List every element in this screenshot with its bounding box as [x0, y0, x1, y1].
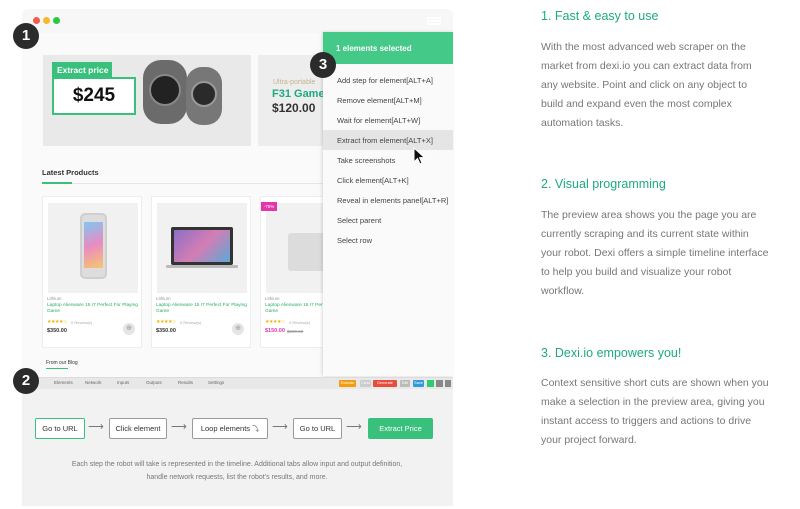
menu-item-select-row[interactable]: Select row	[323, 230, 453, 250]
step-icon[interactable]	[436, 380, 443, 387]
context-menu: 1 elements selected Add step for element…	[323, 32, 453, 376]
menu-item-reveal-in-elements-panel[interactable]: Reveal in elements panel[ALT+R]	[323, 190, 453, 210]
watch-image-2	[186, 67, 222, 125]
step-extract-price[interactable]: Extract Price	[368, 418, 433, 439]
watch-image	[143, 60, 187, 124]
clear-button[interactable]: Clear	[360, 380, 371, 387]
step-go-to-url[interactable]: Go to URL	[35, 418, 85, 439]
generate-button[interactable]: Generate	[373, 380, 397, 387]
old-price: $300.00	[287, 329, 304, 334]
save-button[interactable]: Save	[413, 380, 424, 387]
marker-1: 1	[13, 23, 39, 49]
product-price: $350.00	[47, 328, 67, 334]
tab-elements[interactable]: Elements	[54, 380, 73, 385]
menu-item-extract-from-element[interactable]: Extract from element[ALT+X]	[323, 130, 453, 150]
minimize-window-dot[interactable]	[43, 17, 50, 24]
close-window-dot[interactable]	[33, 17, 40, 24]
product-name-link[interactable]: Laptop Alienware 15 I7 Perfect For Playi…	[47, 303, 139, 315]
product-price: $350.00	[156, 328, 176, 334]
menu-item-remove-element[interactable]: Remove element[ALT+M]	[323, 90, 453, 110]
menu-item-take-screenshots[interactable]: Take screenshots	[323, 150, 453, 170]
timeline-panel	[22, 389, 453, 506]
tab-inputs[interactable]: Inputs	[117, 380, 129, 385]
loop-icon: ⤵	[252, 426, 260, 433]
arrow-right-icon: ⟶	[88, 421, 104, 433]
review-count: 0 Review(s)	[180, 320, 202, 325]
tab-results[interactable]: Results	[178, 380, 193, 385]
timeline-caption: Each step the robot will take is represe…	[71, 461, 403, 481]
menu-item-add-step[interactable]: Add step for element[ALT+A]	[323, 70, 453, 90]
product-brand: Lithium	[47, 296, 62, 301]
mouse-cursor-icon	[413, 147, 426, 165]
timeline-toolbar: Elements Network Inputs Outputs Results …	[22, 377, 453, 389]
arrow-right-icon: ⟶	[272, 421, 288, 433]
product-brand: Lithium	[265, 296, 280, 301]
extracted-price-box[interactable]: $245	[52, 77, 136, 115]
rating-stars: ★★★★☆	[156, 319, 176, 325]
browser-titlebar	[22, 9, 453, 33]
promo-subtitle: Ultra-portable	[273, 79, 316, 86]
add-to-cart-icon[interactable]: ⊕	[123, 323, 135, 335]
promo-title: F31 Game	[272, 88, 325, 100]
marker-3: 3	[310, 52, 336, 78]
feature-2-title: 2. Visual programming	[541, 177, 666, 191]
step-go-to-url-2[interactable]: Go to URL	[293, 418, 342, 439]
product-card[interactable]: Lithium Laptop Alienware 15 I7 Perfect F…	[151, 196, 251, 348]
context-menu-header: 1 elements selected	[323, 32, 453, 64]
blog-heading: From our Blog	[46, 360, 78, 366]
arrow-right-icon: ⟶	[346, 421, 362, 433]
add-to-cart-icon[interactable]: ⊕	[232, 323, 244, 335]
feature-1-text: With the most advanced web scraper on th…	[541, 41, 752, 129]
stop-icon[interactable]	[445, 380, 451, 387]
edit-button[interactable]: Edit	[400, 380, 410, 387]
menu-item-click-element[interactable]: Click element[ALT+K]	[323, 170, 453, 190]
step-click-element[interactable]: Click element	[109, 418, 167, 439]
review-count: 0 Review(s)	[71, 320, 93, 325]
blog-underline	[46, 368, 68, 369]
latest-products-heading: Latest Products	[42, 168, 99, 177]
review-count: 0 Review(s)	[289, 320, 311, 325]
product-image[interactable]	[48, 203, 138, 293]
page-root: { "colors": {"accent": "#39c07c", "headi…	[0, 0, 800, 509]
discount-badge: -75%	[261, 202, 277, 211]
extract-price-tag: Extract price	[52, 62, 112, 77]
marker-2: 2	[13, 368, 39, 394]
product-brand: Lithium	[156, 296, 171, 301]
heading-underline	[42, 182, 72, 184]
execute-button[interactable]: Execute	[339, 380, 356, 387]
arrow-right-icon: ⟶	[171, 421, 187, 433]
product-price: $150.00	[265, 328, 285, 334]
menu-item-wait-for-element[interactable]: Wait for element[ALT+W]	[323, 110, 453, 130]
feature-3-text: Context sensitive short cuts are shown w…	[541, 377, 769, 446]
promo-price: $120.00	[272, 101, 316, 115]
product-card[interactable]: Lithium Laptop Alienware 15 I7 Perfect F…	[42, 196, 142, 348]
product-name-link[interactable]: Laptop Alienware 15 I7 Perfect For Playi…	[156, 303, 248, 315]
maximize-window-dot[interactable]	[53, 17, 60, 24]
menu-item-select-parent[interactable]: Select parent	[323, 210, 453, 230]
feature-2-text: The preview area shows you the page you …	[541, 209, 769, 297]
step-loop-elements[interactable]: Loop elements ⤵	[192, 418, 268, 439]
divider	[42, 183, 332, 184]
rating-stars: ★★★★☆	[47, 319, 67, 325]
feature-3-title: 3. Dexi.io empowers you!	[541, 346, 682, 360]
feature-1-title: 1. Fast & easy to use	[541, 9, 659, 23]
hamburger-menu-icon[interactable]	[427, 17, 441, 25]
play-icon[interactable]	[427, 380, 434, 387]
product-image[interactable]	[157, 203, 247, 293]
tab-settings[interactable]: Settings	[208, 380, 224, 385]
rating-stars: ★★★★☆	[265, 319, 285, 325]
tab-outputs[interactable]: Outputs	[146, 380, 162, 385]
tab-network[interactable]: Network	[85, 380, 102, 385]
